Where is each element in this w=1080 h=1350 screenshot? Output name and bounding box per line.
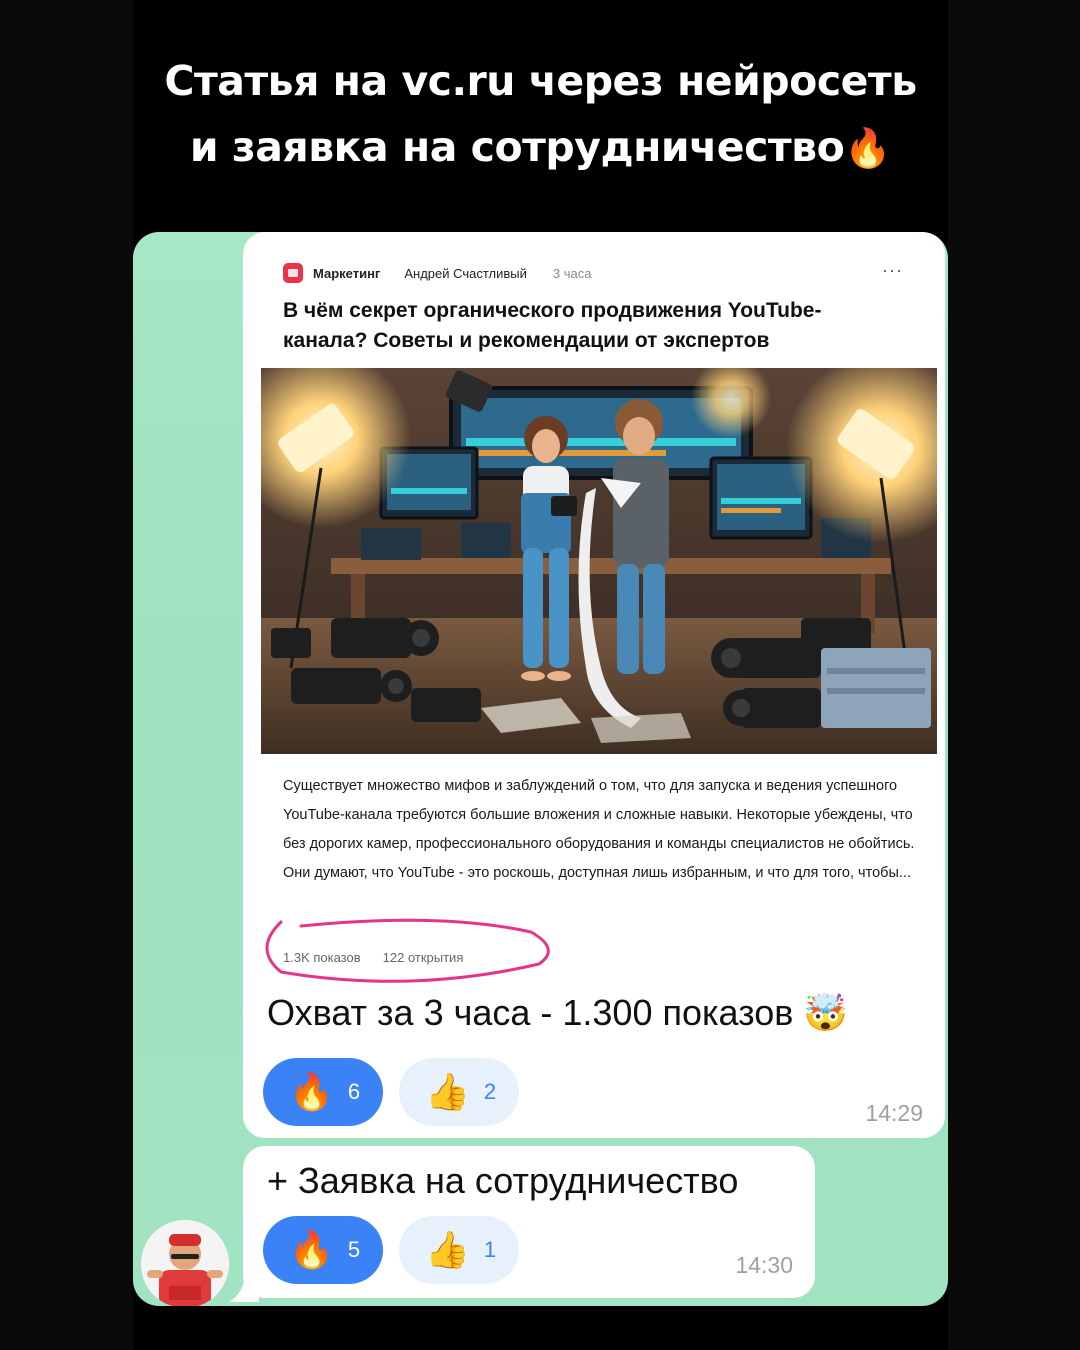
article-meta: Маркетинг Андрей Счастливый 3 часа	[283, 262, 591, 284]
reactions-row: 🔥 5 👍 1	[263, 1216, 519, 1284]
more-options-icon[interactable]: ···	[882, 260, 903, 281]
fire-emoji-icon: 🔥	[844, 126, 892, 170]
article-category[interactable]: Маркетинг	[313, 266, 380, 281]
article-author[interactable]: Андрей Счастливый	[404, 266, 527, 281]
article-title[interactable]: В чём секрет органического продвижения Y…	[283, 296, 883, 356]
headline-line-1: Статья на vc.ru через нейросеть	[164, 57, 917, 105]
cover-illustration	[261, 368, 937, 754]
views-count: 1.3K показов	[283, 950, 361, 965]
fire-emoji-icon: 🔥	[289, 1071, 334, 1112]
reaction-count: 5	[347, 1237, 361, 1262]
message-time: 14:30	[735, 1252, 793, 1278]
thumbs-up-emoji-icon: 👍	[425, 1229, 470, 1270]
reaction-count: 1	[483, 1237, 497, 1262]
vc-category-icon	[283, 263, 303, 283]
bubble-tail	[229, 1272, 259, 1302]
reaction-count: 2	[483, 1079, 497, 1104]
article-time: 3 часа	[552, 265, 592, 281]
story-headline: Статья на vc.ru через нейросеть и заявка…	[133, 48, 948, 181]
message-bubble-article[interactable]: Маркетинг Андрей Счастливый 3 часа ··· В…	[243, 232, 945, 1138]
article-card[interactable]: Маркетинг Андрей Счастливый 3 часа ··· В…	[261, 238, 937, 983]
story-frame: Статья на vc.ru через нейросеть и заявка…	[133, 0, 948, 1350]
reaction-fire-button[interactable]: 🔥 5	[263, 1216, 383, 1284]
annotation-circle	[265, 918, 550, 983]
message-text: Охват за 3 часа - 1.300 показов 🤯	[267, 992, 849, 1033]
avatar-illustration	[141, 1220, 229, 1306]
reaction-thumbs-up-button[interactable]: 👍 2	[399, 1058, 519, 1126]
reaction-fire-button[interactable]: 🔥 6	[263, 1058, 383, 1126]
chat-area: Маркетинг Андрей Счастливый 3 часа ··· В…	[133, 232, 948, 1306]
mind-blown-emoji-icon: 🤯	[803, 992, 849, 1033]
article-stats: 1.3K показов 122 открытия	[283, 950, 463, 965]
reaction-count: 6	[347, 1079, 361, 1104]
reaction-thumbs-up-button[interactable]: 👍 1	[399, 1216, 519, 1284]
message-time: 14:29	[865, 1100, 923, 1126]
message-text: + Заявка на сотрудничество	[267, 1160, 739, 1201]
article-cover-image[interactable]	[261, 368, 937, 754]
opens-count: 122 открытия	[382, 950, 464, 965]
user-avatar[interactable]	[141, 1220, 229, 1306]
fire-emoji-icon: 🔥	[289, 1229, 334, 1270]
article-excerpt: Существует множество мифов и заблуждений…	[283, 778, 915, 881]
headline-line-2: и заявка на сотрудничество🔥	[189, 123, 892, 171]
reactions-row: 🔥 6 👍 2	[263, 1058, 519, 1126]
thumbs-up-emoji-icon: 👍	[425, 1071, 470, 1112]
